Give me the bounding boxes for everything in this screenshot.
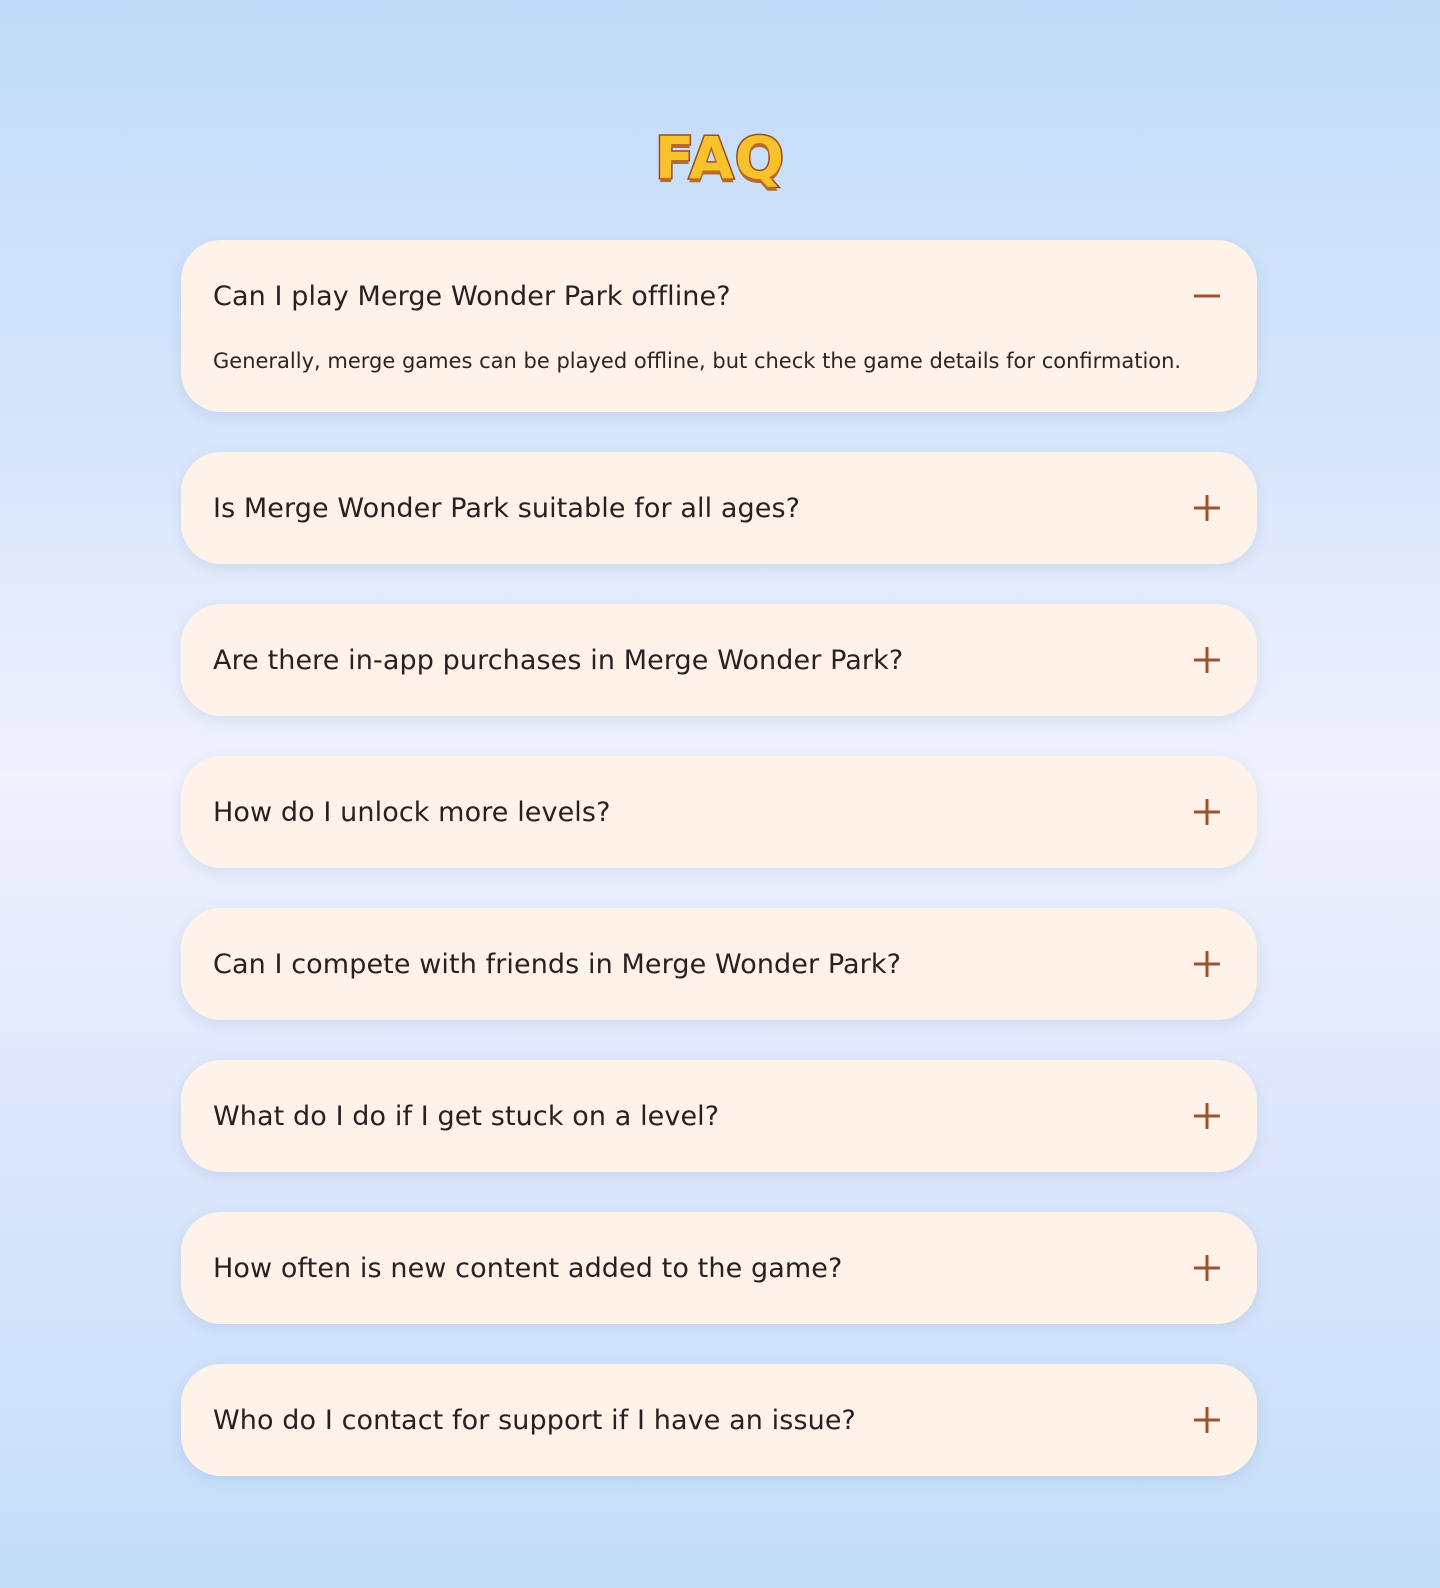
faq-list: Can I play Merge Wonder Park offline? Ge… — [181, 240, 1257, 1516]
faq-question-toggle[interactable]: Can I compete with friends in Merge Wond… — [213, 908, 1224, 1020]
faq-question: How often is new content added to the ga… — [213, 1252, 843, 1284]
plus-icon[interactable] — [1190, 795, 1224, 829]
faq-item: Is Merge Wonder Park suitable for all ag… — [181, 452, 1257, 564]
plus-icon[interactable] — [1190, 1099, 1224, 1133]
faq-question-toggle[interactable]: Can I play Merge Wonder Park offline? — [213, 240, 1224, 352]
faq-item: How often is new content added to the ga… — [181, 1212, 1257, 1324]
faq-question-toggle[interactable]: What do I do if I get stuck on a level? — [213, 1060, 1224, 1172]
faq-item: Can I compete with friends in Merge Wond… — [181, 908, 1257, 1020]
faq-question-toggle[interactable]: How often is new content added to the ga… — [213, 1212, 1224, 1324]
faq-question: Is Merge Wonder Park suitable for all ag… — [213, 492, 801, 524]
faq-question: Who do I contact for support if I have a… — [213, 1404, 856, 1436]
page-title: FAQ — [653, 122, 786, 193]
plus-icon[interactable] — [1190, 947, 1224, 981]
faq-item: Can I play Merge Wonder Park offline? Ge… — [181, 240, 1257, 412]
plus-icon[interactable] — [1190, 643, 1224, 677]
faq-question: Can I compete with friends in Merge Wond… — [213, 948, 902, 980]
plus-icon[interactable] — [1190, 1251, 1224, 1285]
faq-question: Are there in-app purchases in Merge Wond… — [213, 644, 904, 676]
faq-question-toggle[interactable]: How do I unlock more levels? — [213, 756, 1224, 868]
faq-answer: Generally, merge games can be played off… — [213, 349, 1182, 373]
faq-item: What do I do if I get stuck on a level? — [181, 1060, 1257, 1172]
minus-icon[interactable] — [1190, 279, 1224, 313]
faq-question: How do I unlock more levels? — [213, 796, 611, 828]
faq-question-toggle[interactable]: Are there in-app purchases in Merge Wond… — [213, 604, 1224, 716]
faq-item: How do I unlock more levels? — [181, 756, 1257, 868]
faq-question-toggle[interactable]: Is Merge Wonder Park suitable for all ag… — [213, 452, 1224, 564]
faq-item: Who do I contact for support if I have a… — [181, 1364, 1257, 1476]
plus-icon[interactable] — [1190, 1403, 1224, 1437]
plus-icon[interactable] — [1190, 491, 1224, 525]
faq-question: Can I play Merge Wonder Park offline? — [213, 280, 731, 312]
faq-question-toggle[interactable]: Who do I contact for support if I have a… — [213, 1364, 1224, 1476]
faq-item: Are there in-app purchases in Merge Wond… — [181, 604, 1257, 716]
faq-question: What do I do if I get stuck on a level? — [213, 1100, 720, 1132]
